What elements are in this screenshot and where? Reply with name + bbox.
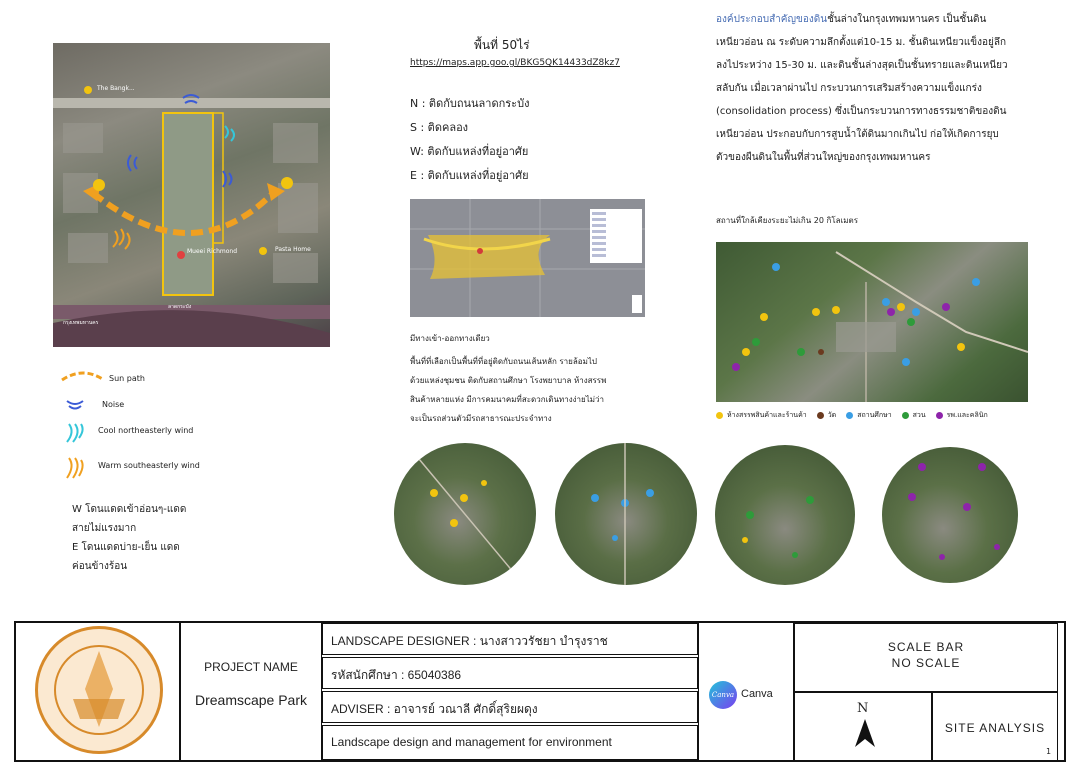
map-link[interactable]: https://maps.app.goo.gl/BKG5QK14433dZ8kz… [410,58,620,68]
cool-wind-label: Cool northeasterly wind [98,426,194,435]
soil-highlight: องค์ประกอบสำคัญของดิน [716,14,828,25]
page-number: 1 [1046,747,1052,756]
access-line: ด้วยแหล่งชุมชน ติดกับสถานศึกษา โรงพยาบาล… [410,376,607,385]
hospital-dot-icon [935,412,943,419]
adviser-row: ADVISER : อาจารย์ วณาลี ศักดิ์สุริยผดุง [322,691,698,723]
sun-path-label: Sun path [109,374,145,383]
circle-map-schools [555,443,697,585]
access-description: พื้นที่ที่เลือกเป็นพื้นที่ที่อยู่ติดกับถ… [410,352,606,428]
boundary-list: N : ติดกับถนนลาดกระบัง S : ติดคลอง W: ติ… [410,92,529,188]
sun-note-line: สายไม่แรงมาก [72,523,137,534]
north-arrow-icon [855,719,875,747]
boundary-east: E : ติดกับแหล่งที่อยู่อาศัย [410,169,529,182]
site-map-overlay [53,86,330,347]
map-label-top: The Bangk... [97,85,135,92]
site-satellite-map: The Bangk... Mueei Richmond Pasta Home ก… [53,43,330,347]
canva-logo-icon: Canva [709,681,737,709]
legend-item-hospital: รพ.และคลินิก [935,410,988,421]
soil-description: องค์ประกอบสำคัญของดินชั้นล่างในกรุงเทพมห… [716,8,1046,169]
nearby-map [716,242,1028,402]
access-line: สินค้าหลายแห่ง มีการคมนาคมที่สะดวกเดินทา… [410,395,604,404]
project-cell: PROJECT NAME Dreamscape Park [180,621,322,762]
scale-cell: SCALE BAR NO SCALE [794,623,1058,692]
access-line: พื้นที่ที่เลือกเป็นพื้นที่ที่อยู่ติดกับถ… [410,357,597,366]
warm-wind-icon [65,456,85,486]
shop-dot-icon [716,412,723,419]
canva-cell: Canva Canva [698,621,794,762]
legend-item-school: สถานศึกษา [846,410,892,421]
circle-map-hospitals [882,447,1018,583]
boundary-west: W: ติดกับแหล่งที่อยู่อาศัย [410,145,529,158]
soil-line: เหนียวอ่อน ณ ระดับความลึกตั้งแต่10-15 ม.… [716,37,1007,48]
school-dot-icon [846,412,854,419]
sun-note-line: ค่อนข้างร้อน [72,561,128,572]
access-title: มีทางเข้า-ออกทางเดียว [410,334,490,343]
soil-zone-map [410,199,645,317]
site-area: พื้นที่ 50ไร่ [474,38,530,52]
project-name-label: PROJECT NAME [204,660,298,674]
map-label-pasta: Pasta Home [275,246,311,253]
cool-wind-icon [65,422,85,450]
sun-path-legend-icon [60,368,106,388]
soil-line: สลับกัน เมื่อเวลาผ่านไป กระบวนการเสริมสร… [716,83,982,94]
soil-line: (consolidation process) ซึ่งเป็นกระบวนกา… [716,106,1007,117]
noise-icon [65,396,85,415]
map-label-bottom2: ลาดกระบัง [168,304,192,310]
canva-text: Canva [741,688,773,700]
student-id-row: รหัสนักศึกษา : 65040386 [322,657,698,689]
north-cell: N [794,692,932,762]
sheet-title-cell: SITE ANALYSIS 1 [932,692,1058,762]
institute-seal [35,626,163,754]
sun-notes: W โดนแดดเข้าอ่อนๆ-แดด สายไม่แรงมาก E โดน… [72,500,186,576]
access-line: จะเป็นรถส่วนตัวมีรถสาธารณะประจำทาง [410,414,552,423]
noise-label: Noise [102,400,125,409]
sheet-title: SITE ANALYSIS [944,721,1046,735]
boundary-south: S : ติดคลอง [410,121,469,134]
scale-bar-label: SCALE BAR [887,640,965,654]
map-label-richmond: Mueei Richmond [187,248,238,255]
soil-line: ตัวของผืนดินในพื้นที่ส่วนใหญ่ของกรุงเทพม… [716,152,931,163]
circle-map-shops [394,443,536,585]
sun-note-line: W โดนแดดเข้าอ่อนๆ-แดด [72,504,187,515]
legend-item-park: สวน [901,410,926,421]
project-name: Dreamscape Park [194,692,308,708]
boundary-north: N : ติดกับถนนลาดกระบัง [410,97,530,110]
legend-item-shop: ห้างสรรพสินค้าและร้านค้า [716,410,807,421]
course-row: Landscape design and management for envi… [322,725,698,760]
circle-map-parks [715,445,855,585]
soil-line: เหนียวอ่อน ประกอบกับการสูบน้ำใต้ดินมากเก… [716,129,999,140]
map-label-bottom1: กรุงเทพมหานคร [63,320,99,326]
nearby-legend: ห้างสรรพสินค้าและร้านค้า วัด สถานศึกษา ส… [716,410,988,421]
seal-cell [14,621,180,762]
north-letter: N [857,701,869,716]
scale-value: NO SCALE [891,656,961,670]
warm-wind-label: Warm southeasterly wind [98,461,200,470]
legend-item-temple: วัด [816,410,836,421]
temple-dot-icon [816,412,824,419]
soil-line: ชั้นล่างในกรุงเทพมหานคร เป็นชั้นดิน [827,14,987,25]
sun-note-line: E โดนแดดบ่าย-เย็น แดด [72,542,180,553]
soil-line: ลงไประหว่าง 15-30 ม. และดินชั้นล่างสุดเป… [716,60,1008,71]
park-dot-icon [901,412,909,419]
designer-row: LANDSCAPE DESIGNER : นางสาววรัชยา บำรุงร… [322,623,698,655]
nearby-title: สถานที่ใกล้เคียงระยะไม่เกิน 20 กิโลเมตร [716,216,859,225]
